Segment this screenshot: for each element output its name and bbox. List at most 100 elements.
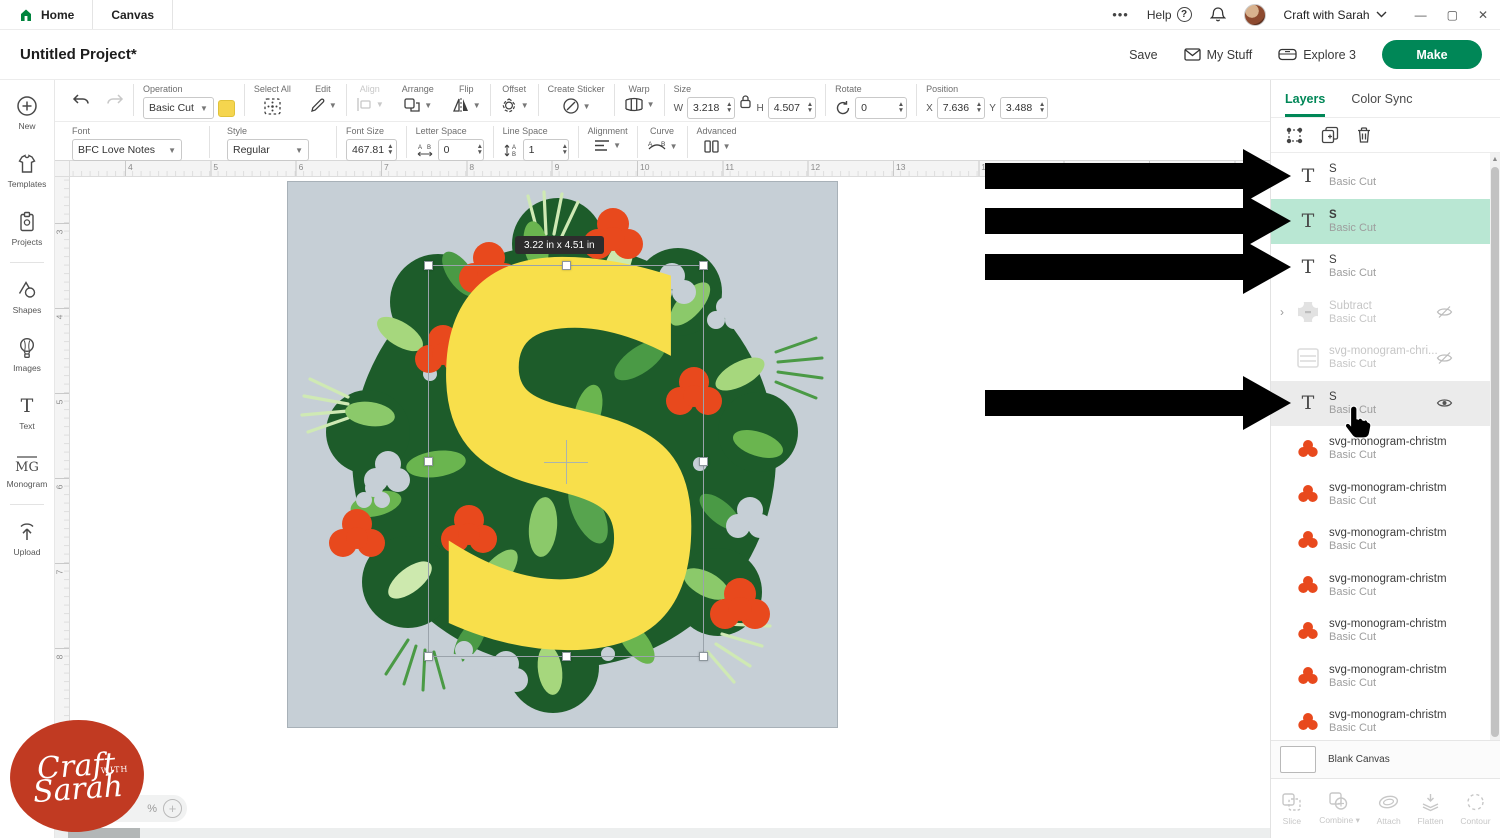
font-size-input[interactable]: 467.81▲▼ xyxy=(346,139,397,161)
sidebar-item-upload[interactable]: Upload xyxy=(14,520,41,557)
selection-handle-e[interactable] xyxy=(699,457,708,466)
sidebar-item-images[interactable]: Images xyxy=(13,336,41,373)
offset-button[interactable]: Offset ▼ xyxy=(491,80,538,114)
sidebar-item-projects[interactable]: Projects xyxy=(12,210,43,247)
eye-icon[interactable] xyxy=(1436,397,1453,409)
layer-row[interactable]: svg-monogram-christm...Basic Cut xyxy=(1271,563,1491,609)
layers-scrollbar-thumb[interactable] xyxy=(1491,167,1499,737)
create-sticker-button[interactable]: Create Sticker ▼ xyxy=(539,80,614,115)
tab-canvas[interactable]: Canvas xyxy=(92,0,173,29)
layer-row[interactable]: svg-monogram-christm...Basic Cut xyxy=(1271,699,1491,745)
operation-select[interactable]: Basic Cut▼ xyxy=(143,97,214,119)
explore-machine-button[interactable]: Explore 3 xyxy=(1278,48,1356,62)
layer-subtitle: Basic Cut xyxy=(1329,495,1447,507)
layer-row[interactable]: TSBasic Cut xyxy=(1271,153,1491,199)
layer-row[interactable]: svg-monogram-christm...Basic Cut xyxy=(1271,517,1491,563)
redo-icon[interactable] xyxy=(106,94,124,108)
offset-icon xyxy=(500,97,518,114)
advanced-button[interactable]: Advanced ▼ xyxy=(688,122,746,154)
close-button[interactable]: ✕ xyxy=(1478,8,1488,22)
attach-button[interactable]: Attach xyxy=(1377,792,1401,826)
svg-text:MG: MG xyxy=(15,460,39,475)
notifications-bell-icon[interactable] xyxy=(1210,6,1226,23)
save-button[interactable]: Save xyxy=(1129,48,1158,62)
help-button[interactable]: Help ? xyxy=(1147,7,1192,22)
select-all-button[interactable]: Select All xyxy=(245,80,300,116)
tab-home[interactable]: Home xyxy=(0,0,92,29)
selection-handle-ne[interactable] xyxy=(699,261,708,270)
overflow-menu-icon[interactable]: ••• xyxy=(1112,7,1129,22)
layer-row[interactable]: TSBasic Cut xyxy=(1271,199,1491,245)
rotate-icon[interactable] xyxy=(835,100,851,116)
layer-row[interactable]: svg-monogram-christm...Basic Cut xyxy=(1271,608,1491,654)
delete-icon[interactable] xyxy=(1356,126,1372,144)
undo-icon[interactable] xyxy=(72,94,90,108)
eye-hidden-icon[interactable] xyxy=(1436,351,1453,365)
combine-button[interactable]: Combine ▾ xyxy=(1319,791,1360,826)
layer-row[interactable]: svg-monogram-christm...Basic Cut xyxy=(1271,426,1491,472)
layer-row[interactable]: svg-monogram-christm...Basic Cut xyxy=(1271,472,1491,518)
tab-color-sync[interactable]: Color Sync xyxy=(1351,92,1412,117)
sidebar-item-monogram[interactable]: MGMonogram xyxy=(7,452,48,489)
sidebar-item-templates[interactable]: Templates xyxy=(8,152,47,189)
line-space-input[interactable]: 1▲▼ xyxy=(523,139,569,161)
layer-row[interactable]: TSBasic Cut xyxy=(1271,381,1491,427)
font-select[interactable]: BFC Love Notes▼ xyxy=(72,139,182,161)
horizontal-scrollbar[interactable] xyxy=(55,828,1270,838)
selection-handle-se[interactable] xyxy=(699,652,708,661)
color-swatch[interactable] xyxy=(218,100,235,117)
account-menu[interactable]: Craft with Sarah xyxy=(1284,8,1387,22)
minimize-button[interactable]: — xyxy=(1415,8,1427,22)
edit-button[interactable]: Edit ▼ xyxy=(300,80,346,114)
duplicate-icon[interactable] xyxy=(1321,126,1339,144)
my-stuff-button[interactable]: My Stuff xyxy=(1184,48,1253,62)
tab-layers[interactable]: Layers xyxy=(1285,92,1325,117)
selection-handle-w[interactable] xyxy=(424,457,433,466)
letter-space-input[interactable]: 0▲▼ xyxy=(438,139,484,161)
selection-handle-n[interactable] xyxy=(562,261,571,270)
layer-row[interactable]: TSBasic Cut xyxy=(1271,244,1491,290)
flip-button[interactable]: Flip ▼ xyxy=(443,80,490,113)
curve-button[interactable]: Curve AB▼ xyxy=(638,122,687,153)
maximize-button[interactable]: ▢ xyxy=(1447,8,1458,22)
position-x-input[interactable]: 7.636▲▼ xyxy=(937,97,985,119)
height-input[interactable]: 4.507▲▼ xyxy=(768,97,816,119)
layer-row[interactable]: ›SubtractBasic Cut xyxy=(1271,290,1491,336)
sidebar-item-text[interactable]: TText xyxy=(15,394,39,431)
position-y-input[interactable]: 3.488▲▼ xyxy=(1000,97,1048,119)
letter-space-label: Letter Space xyxy=(416,126,467,136)
avatar[interactable] xyxy=(1244,4,1266,26)
layers-scrollbar[interactable]: ▲ ▼ xyxy=(1490,153,1500,758)
lock-icon[interactable] xyxy=(739,94,752,109)
blank-canvas-row[interactable]: Blank Canvas xyxy=(1271,740,1500,778)
chevron-down-icon xyxy=(1376,11,1387,18)
layers-bottom-actions: Slice Combine ▾ Attach Flatten Contour xyxy=(1271,778,1500,838)
selection-handle-sw[interactable] xyxy=(424,652,433,661)
make-button[interactable]: Make xyxy=(1382,40,1482,69)
expander-chevron-icon[interactable]: › xyxy=(1280,305,1284,319)
image-layer-icon xyxy=(1296,439,1320,459)
alignment-button[interactable]: Alignment ▼ xyxy=(579,122,637,152)
sidebar-item-new[interactable]: New xyxy=(15,94,39,131)
zoom-in-icon[interactable]: + xyxy=(163,799,182,818)
selection-handle-s[interactable] xyxy=(562,652,571,661)
slice-button[interactable]: Slice xyxy=(1281,792,1302,826)
blank-canvas-swatch[interactable] xyxy=(1280,746,1316,773)
warp-button[interactable]: Warp ▼ xyxy=(615,80,664,112)
layer-row[interactable]: svg-monogram-chri...Basic Cut xyxy=(1271,335,1491,381)
sidebar-item-shapes[interactable]: Shapes xyxy=(13,278,42,315)
eye-hidden-icon[interactable] xyxy=(1436,305,1453,319)
flatten-button[interactable]: Flatten xyxy=(1418,792,1444,826)
group-icon[interactable] xyxy=(1285,126,1304,145)
style-select[interactable]: Regular▼ xyxy=(227,139,309,161)
contour-button[interactable]: Contour xyxy=(1460,792,1490,826)
selection-handle-nw[interactable] xyxy=(424,261,433,270)
h-ruler-number: 6 xyxy=(299,162,304,172)
rotate-input[interactable]: 0▲▼ xyxy=(855,97,907,119)
layer-title: S xyxy=(1329,209,1447,221)
layer-row[interactable]: svg-monogram-christm...Basic Cut xyxy=(1271,654,1491,700)
width-input[interactable]: 3.218▲▼ xyxy=(687,97,735,119)
arrange-button[interactable]: Arrange ▼ xyxy=(393,80,443,113)
scroll-up-icon[interactable]: ▲ xyxy=(1490,153,1500,165)
action-label: Combine ▾ xyxy=(1319,815,1360,826)
